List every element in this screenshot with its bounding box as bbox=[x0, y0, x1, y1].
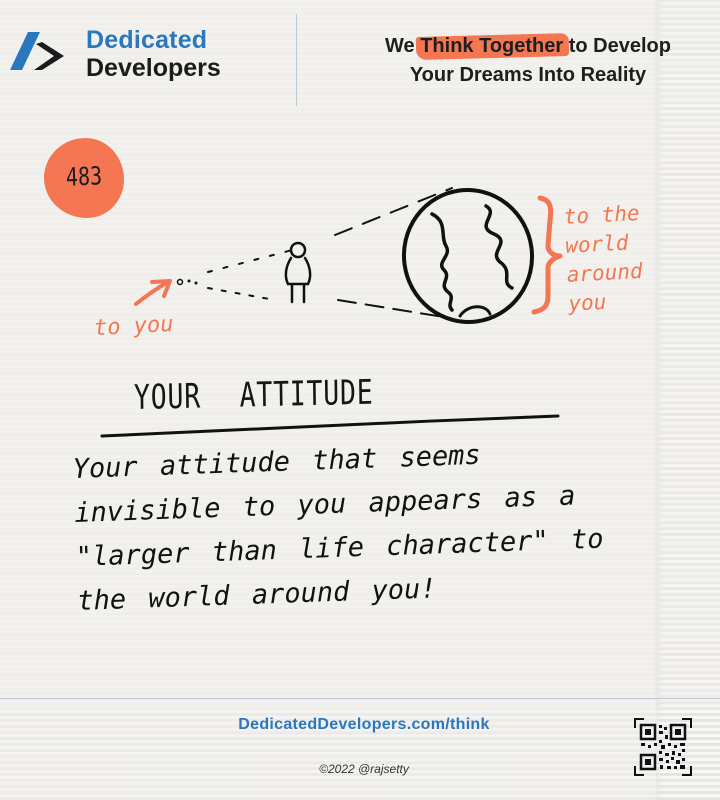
viewer-dot-icon bbox=[176, 278, 184, 286]
right-note-line-4: you bbox=[567, 289, 607, 316]
dedicated-developers-logo-icon bbox=[10, 32, 64, 70]
tagline-highlight: Think Together bbox=[420, 32, 563, 61]
brand-wordmark: Dedicated Developers bbox=[86, 28, 221, 81]
tagline-before: We bbox=[385, 35, 415, 57]
sight-line-bottom bbox=[207, 287, 276, 301]
globe-icon bbox=[401, 188, 535, 324]
brand-line-2: Developers bbox=[86, 54, 221, 82]
header-divider bbox=[296, 14, 297, 106]
body-text: Your attitude that seems invisible to yo… bbox=[72, 439, 604, 617]
projection-line-top bbox=[334, 187, 453, 236]
footer-link[interactable]: DedicatedDevelopers.com/think bbox=[0, 716, 720, 734]
tagline-line-2: Your Dreams Into Reality bbox=[409, 64, 647, 86]
tagline-line-1: We Think Together to Develop bbox=[336, 32, 720, 61]
tagline-after: to Develop bbox=[568, 35, 671, 57]
tagline-highlight-text: Think Together bbox=[420, 35, 564, 57]
footer-divider bbox=[0, 698, 720, 699]
qr-code-icon[interactable] bbox=[634, 718, 692, 776]
brand-line-1: Dedicated bbox=[86, 26, 208, 54]
orange-brace-icon bbox=[531, 195, 563, 315]
copyright-text: ©2022 @rajsetty bbox=[319, 762, 409, 776]
paper-edge-texture bbox=[660, 0, 720, 800]
person-icon bbox=[284, 241, 312, 304]
left-note: to you bbox=[93, 311, 175, 342]
right-note: to the world around you bbox=[563, 197, 679, 319]
tagline: We Think Together to Develop Your Dreams… bbox=[336, 32, 720, 90]
